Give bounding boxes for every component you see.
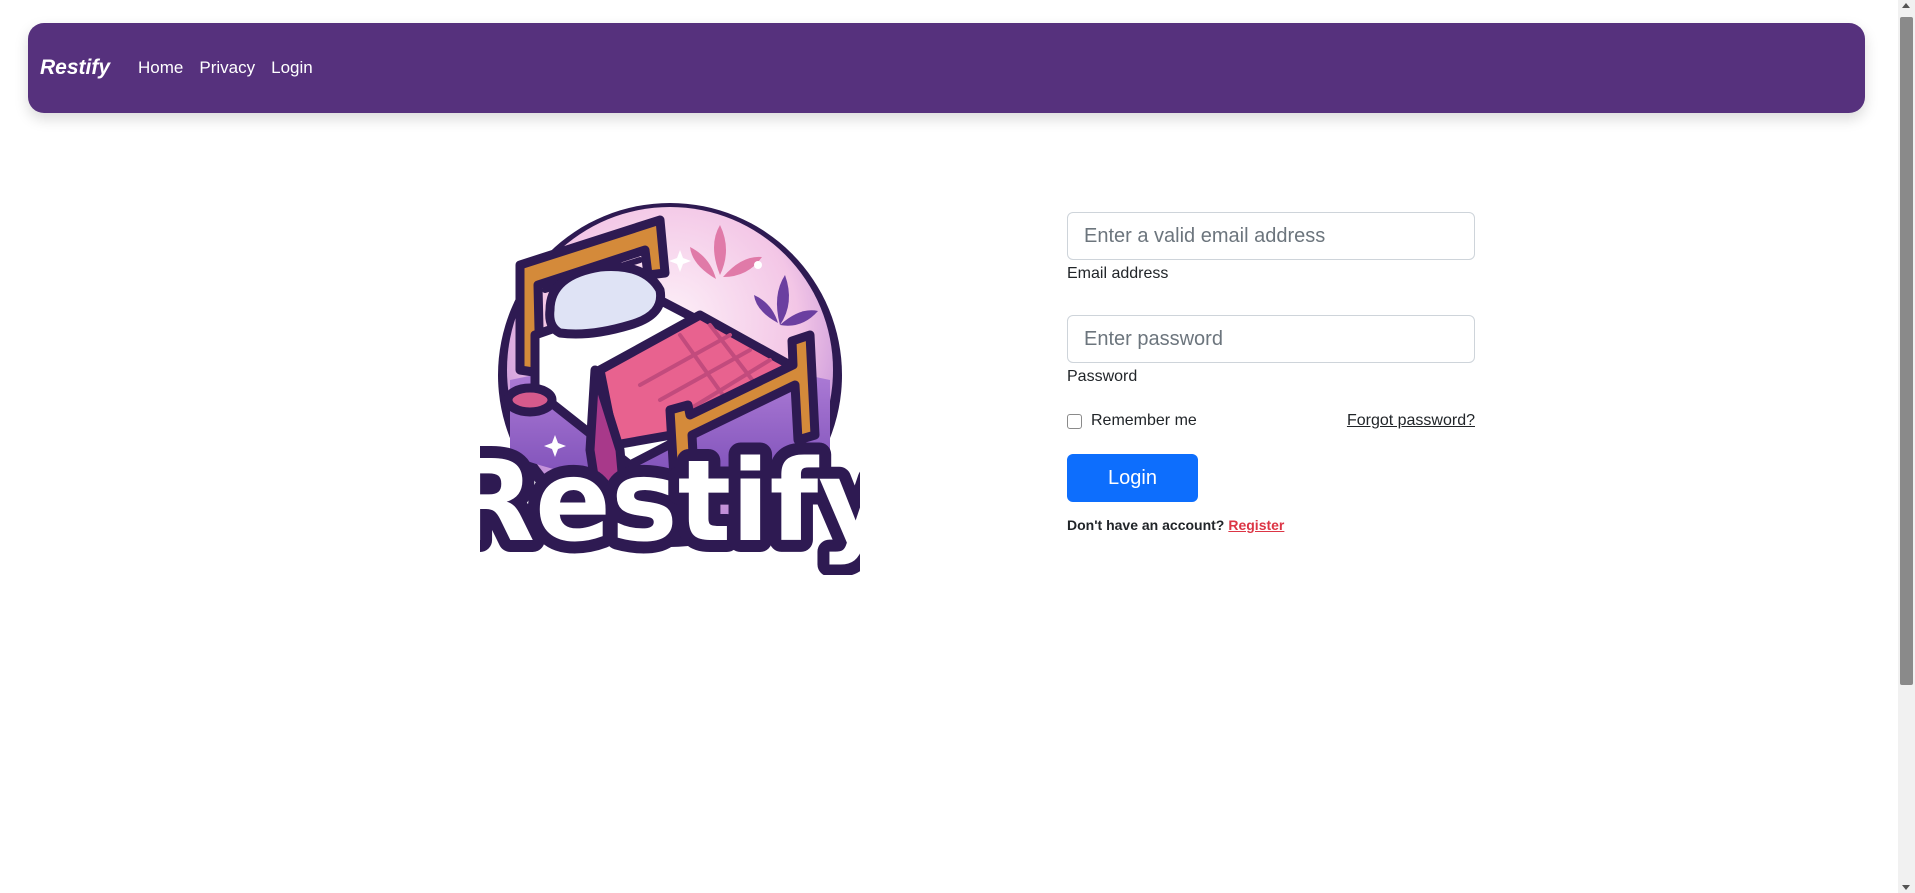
restify-logo: Restify Restify [437,195,904,579]
password-group: Password [1067,315,1475,386]
forgot-password-link[interactable]: Forgot password? [1347,412,1475,430]
nav-link-privacy[interactable]: Privacy [199,58,255,78]
navbar: Restify Home Privacy Login [28,23,1865,113]
remember-me-label: Remember me [1091,412,1197,429]
password-label: Password [1067,368,1138,385]
login-form: Email address Password Remember me Forgo… [1067,212,1475,533]
register-prompt: Don't have an account? [1067,517,1225,533]
remember-me-checkbox[interactable] [1067,413,1082,429]
nav-link-home[interactable]: Home [138,58,183,78]
vertical-scrollbar[interactable] [1898,0,1915,893]
svg-text:Restify: Restify [480,437,860,567]
login-button[interactable]: Login [1067,454,1198,502]
remember-me: Remember me [1067,412,1197,430]
scroll-down-arrow-icon[interactable] [1902,885,1910,890]
nav-links: Home Privacy Login [138,58,313,78]
page: Restify Home Privacy Login Restify Resti… [0,0,1915,893]
scroll-up-arrow-icon[interactable] [1902,3,1910,8]
remember-row: Remember me Forgot password? [1067,412,1475,430]
email-group: Email address [1067,212,1475,283]
logo-wordmark: Restify Restify [437,425,904,579]
navbar-brand[interactable]: Restify [40,56,110,80]
scrollbar-thumb[interactable] [1900,17,1913,685]
register-row: Don't have an account? Register [1067,517,1475,533]
password-input[interactable] [1067,315,1475,363]
email-input[interactable] [1067,212,1475,260]
email-label: Email address [1067,265,1169,282]
register-link[interactable]: Register [1228,517,1284,533]
nav-link-login[interactable]: Login [271,58,313,78]
